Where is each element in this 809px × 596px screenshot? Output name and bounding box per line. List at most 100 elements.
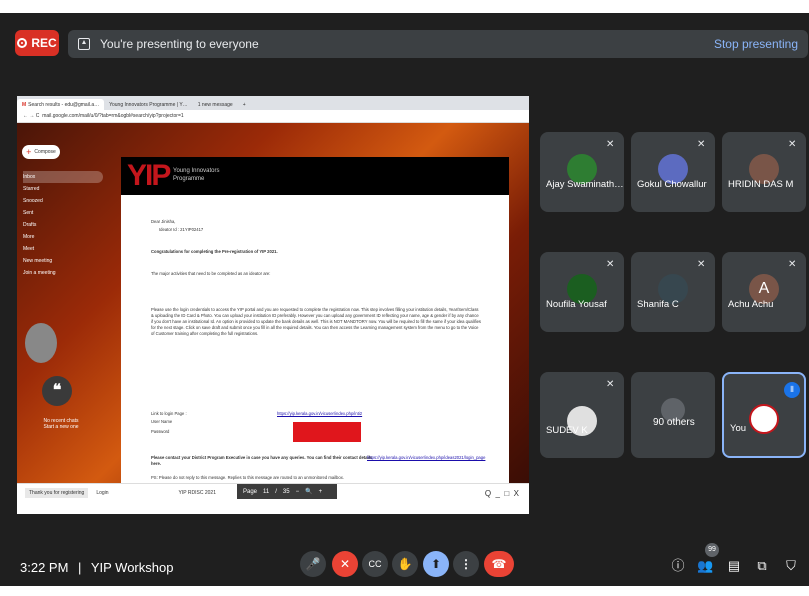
participant-name: Noufila Yousaf (546, 299, 607, 310)
meet-join-meeting[interactable]: Join a meeting (23, 267, 103, 279)
others-tile[interactable]: 90 others (631, 372, 715, 458)
captions-button[interactable]: CC (362, 551, 388, 577)
username-label: User Name (151, 419, 173, 424)
forward-icon[interactable]: → (29, 113, 34, 119)
back-icon[interactable]: ← (23, 113, 28, 119)
email-content: YIP Young Innovators Programme Dear Jini… (121, 157, 509, 497)
participant-name: Achu Achu (728, 299, 774, 310)
leave-call-button[interactable]: ☎ (484, 551, 514, 577)
zoom-icon[interactable]: 🔍 (305, 488, 312, 495)
meeting-details-icon[interactable]: ⓘ (670, 558, 686, 574)
mic-off-icon: ✕ (697, 259, 706, 270)
present-screen-icon (78, 38, 90, 50)
raise-hand-button[interactable]: ✋ (392, 551, 418, 577)
participant-tile[interactable]: ✕ Shanifa C (631, 252, 715, 332)
yip-org-name: Young Innovators Programme (173, 167, 219, 183)
contact-line: Please contact your District Program Exe… (151, 455, 373, 466)
page-total: 35 (282, 488, 290, 495)
camera-off-button[interactable]: ✕ (332, 551, 358, 577)
more-options-button[interactable]: ⋮ (453, 551, 479, 577)
tab-label: Search results - edu@gmail.a… (28, 101, 100, 108)
meet-new-meeting[interactable]: New meeting (23, 255, 103, 267)
congrats-line: Congratulations for completing the Pre-r… (151, 249, 278, 254)
reload-icon[interactable]: C (36, 113, 40, 119)
participant-tile[interactable]: ✕ A Achu Achu (722, 252, 806, 332)
browser-tabs: M Search results - edu@gmail.a… Young Inn… (17, 96, 529, 110)
login-link[interactable]: https://yip.kerala.gov.in/vicuser/index.… (277, 411, 362, 417)
participant-tile[interactable]: ✕ Gokul Chowallur (631, 132, 715, 212)
nav-item-more[interactable]: More (23, 231, 103, 243)
ps-line: PS: Please do not reply to this message.… (151, 475, 344, 480)
self-tile[interactable]: ⦀ You (722, 372, 806, 458)
separator: | (78, 560, 82, 575)
compose-button[interactable]: + Compose (22, 145, 60, 159)
meeting-name: YIP Workshop (90, 560, 174, 575)
window-controls[interactable]: Q _ □ X (485, 489, 519, 498)
presenting-banner: You're presenting to everyone Stop prese… (68, 30, 808, 58)
bottom-border (0, 586, 809, 596)
participant-name: Gokul Chowallur (637, 179, 707, 190)
browser-tab[interactable]: 1 new message (193, 99, 238, 110)
start-chat-link[interactable]: Start a new one (41, 424, 81, 430)
nav-item-drafts[interactable]: Drafts (23, 219, 103, 231)
browser-tab[interactable]: Young Innovators Programme | Y… (104, 99, 193, 110)
record-icon (17, 38, 28, 48)
nav-item-snoozed[interactable]: Snoozed (23, 195, 103, 207)
participant-tile[interactable]: ✕ SUDEV K (540, 372, 624, 458)
current-time: 3:22 PM (20, 560, 69, 575)
participant-name: Ajay Swaminath… (546, 179, 624, 190)
hangouts-icon: ❝ (42, 376, 72, 406)
activities-icon[interactable]: ⧉ (754, 558, 770, 574)
participant-name: HRIDIN DAS M (728, 179, 794, 190)
presenting-message: You're presenting to everyone (100, 37, 259, 51)
tab-label: Young Innovators Programme | Y… (109, 101, 188, 108)
activities-line: The major activities that need to be com… (151, 271, 271, 276)
participant-name: Shanifa C (637, 299, 679, 310)
stop-presenting-button[interactable]: Stop presenting (714, 37, 798, 51)
participant-name: SUDEV K (546, 425, 588, 436)
speaking-indicator-icon: ⦀ (784, 382, 800, 398)
taskbar-tab[interactable]: YIP RDISC 2021 (179, 490, 216, 496)
yip-logo: YIP (127, 159, 171, 192)
gmail-nav: Inbox Starred Snoozed Sent Drafts More M… (23, 171, 103, 279)
mic-off-icon: ✕ (697, 139, 706, 150)
address-bar[interactable]: ← → C mail.google.com/mail/u/0/?tab=rm&o… (17, 110, 529, 123)
zoom-in-icon[interactable]: + (319, 489, 323, 495)
pdf-page-controls: Page 11 / 35 − 🔍 + (237, 484, 337, 499)
login-label: Link to login Page : (151, 411, 187, 416)
redacted-credentials (293, 422, 361, 442)
people-icon[interactable]: 👥 (697, 558, 713, 574)
nav-item-inbox[interactable]: Inbox (23, 171, 103, 183)
ideator-id: Ideator Id : 21YIP02417 (159, 227, 204, 232)
taskbar-tab[interactable]: Thank you for registering (25, 488, 89, 498)
participant-name: You (730, 423, 747, 434)
present-now-button[interactable]: ⬆ (423, 551, 449, 577)
recording-indicator: REC (15, 30, 59, 56)
new-tab-button[interactable]: + (238, 99, 251, 110)
shared-screen: M Search results - edu@gmail.a… Young Inn… (17, 96, 529, 514)
others-count: 90 others (653, 417, 695, 428)
page-number[interactable]: 11 (263, 489, 269, 495)
participant-tile[interactable]: ✕ Ajay Swaminath… (540, 132, 624, 212)
tab-label: 1 new message (197, 101, 233, 108)
nav-item-sent[interactable]: Sent (23, 207, 103, 219)
nav-item-starred[interactable]: Starred (23, 183, 103, 195)
host-controls-icon[interactable]: ⛉ (783, 558, 799, 574)
browser-tab[interactable]: M Search results - edu@gmail.a… (17, 99, 105, 110)
contact-link[interactable]: https://yip.kerala.gov.in/vicuser/index.… (367, 455, 485, 461)
participant-tile[interactable]: ✕ HRIDIN DAS M (722, 132, 806, 212)
participant-tile[interactable]: ✕ Noufila Yousaf (540, 252, 624, 332)
mic-off-icon: ✕ (606, 259, 615, 270)
taskbar-tab[interactable]: Login (96, 490, 108, 496)
gmail-icon: M (22, 101, 27, 108)
mic-off-icon: ✕ (606, 139, 615, 150)
password-label: Password (151, 429, 170, 434)
yip-banner: YIP Young Innovators Programme (121, 157, 509, 195)
zoom-out-icon[interactable]: − (296, 489, 300, 495)
chat-icon[interactable]: ▤ (726, 558, 742, 574)
email-body: Please use the login credentials to acce… (151, 307, 482, 336)
microphone-button[interactable]: 🎤 (300, 551, 326, 577)
rec-label: REC (31, 36, 57, 50)
top-border (0, 0, 809, 13)
url-text: mail.google.com/mail/u/0/?tab=rm&ogbl#se… (42, 113, 184, 119)
